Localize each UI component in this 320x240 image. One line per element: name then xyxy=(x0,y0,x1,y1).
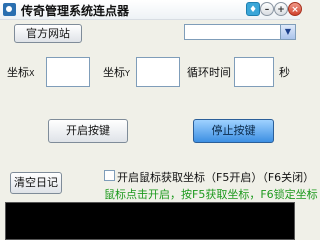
start-button[interactable]: 开启按键 xyxy=(48,119,128,143)
loop-time-label: 循环时间 xyxy=(187,66,231,79)
coord-y-input[interactable] xyxy=(136,57,180,87)
window-select-dropdown[interactable]: ▼ xyxy=(184,24,296,40)
log-area[interactable] xyxy=(5,202,295,240)
minimize-icon[interactable]: – xyxy=(260,2,274,16)
hint-text: 鼠标点击开启，按F5获取坐标，F6锁定坐标 xyxy=(104,188,318,201)
chevron-down-icon[interactable]: ▼ xyxy=(280,25,295,39)
coord-x-input[interactable] xyxy=(46,57,90,87)
coord-y-label: 坐标Y xyxy=(103,66,130,79)
stop-button[interactable]: 停止按键 xyxy=(193,119,274,143)
official-site-button[interactable]: 官方网站 xyxy=(14,24,82,43)
capture-coords-checkbox[interactable] xyxy=(104,170,115,181)
clear-log-button[interactable]: 清空日记 xyxy=(10,172,62,194)
seconds-unit-label: 秒 xyxy=(279,66,290,79)
coord-x-label: 坐标X xyxy=(7,66,35,79)
maximize-icon[interactable]: + xyxy=(274,2,288,16)
close-icon[interactable]: × xyxy=(288,2,302,16)
title-bar: 传奇管理系统连点器 ♦ – + × xyxy=(0,0,302,20)
window-title: 传奇管理系统连点器 xyxy=(21,4,130,18)
app-icon xyxy=(3,3,16,16)
capture-coords-label[interactable]: 开启鼠标获取坐标（F5开启）（F6关闭） xyxy=(117,169,314,185)
loop-time-input[interactable] xyxy=(234,57,274,87)
skin-icon[interactable]: ♦ xyxy=(246,2,260,16)
